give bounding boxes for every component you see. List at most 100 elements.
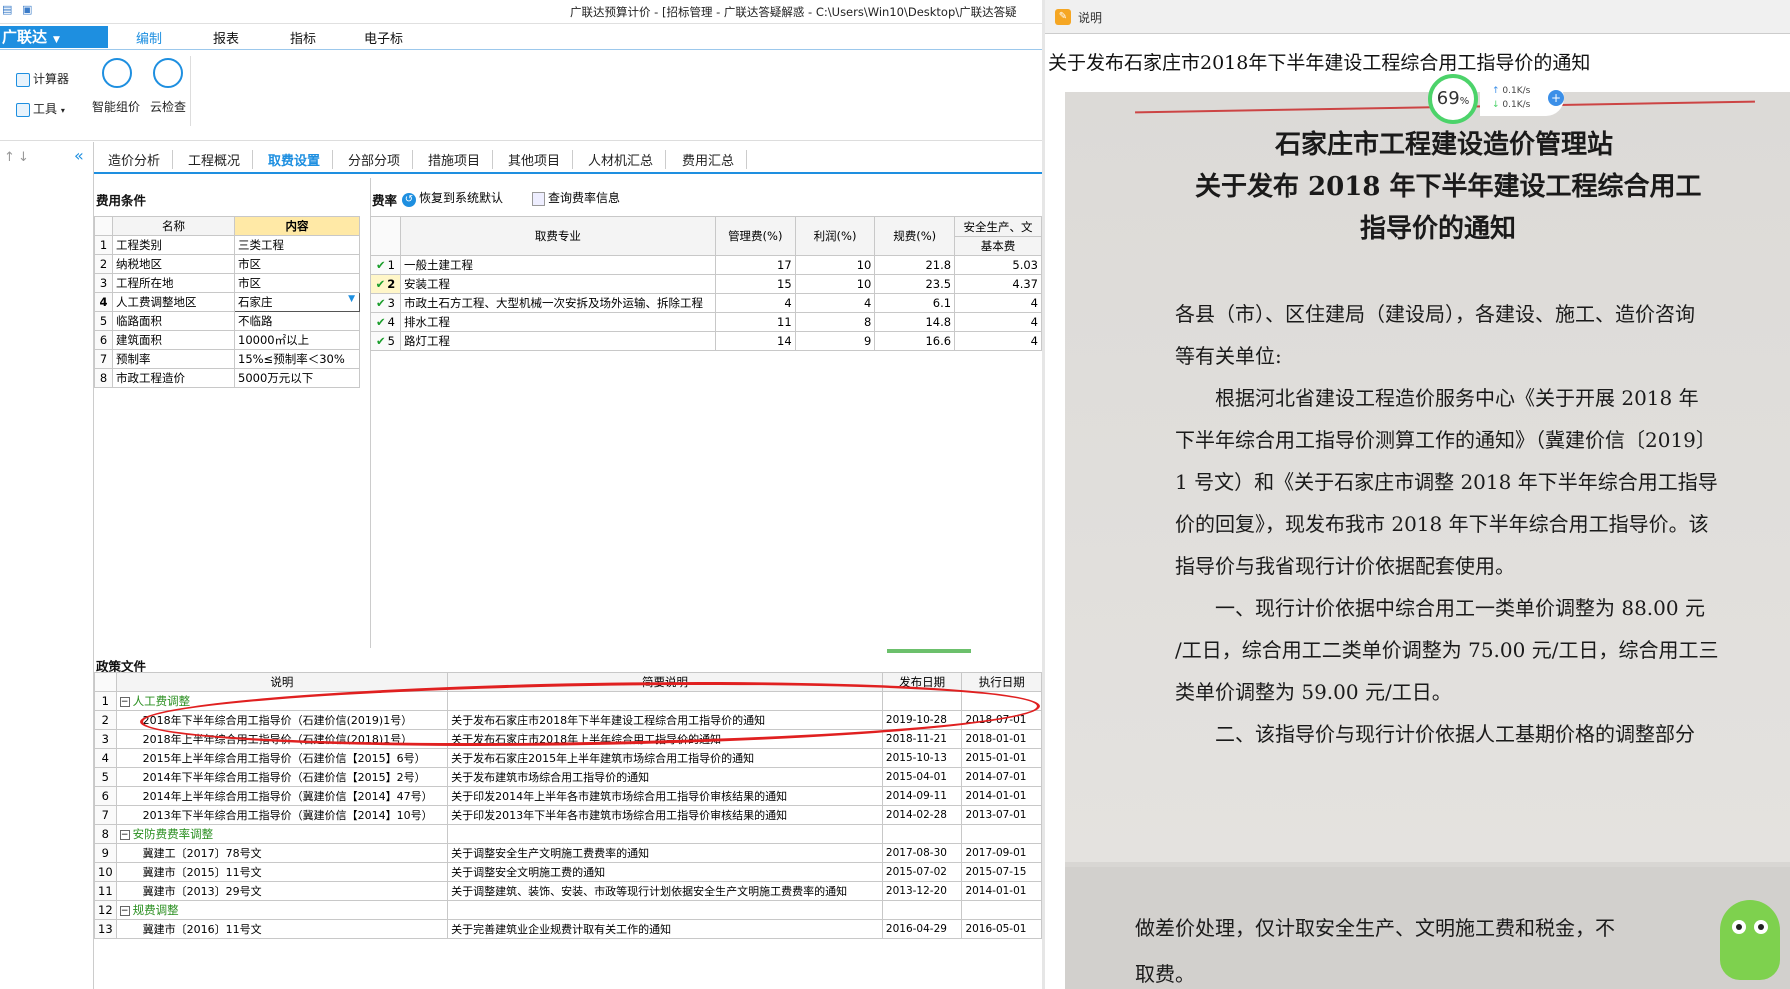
memory-usage-gauge[interactable]: 69% xyxy=(1428,74,1478,124)
regulation-rate[interactable]: 6.1 xyxy=(874,293,956,313)
dropdown-arrow-icon[interactable]: ▼ xyxy=(348,294,355,304)
table-row[interactable]: 2 纳税地区 市区 xyxy=(94,254,360,274)
collapse-icon[interactable]: − xyxy=(119,696,130,707)
table-row[interactable]: ✔ 3 市政土石方工程、大型机械一次安拆及场外运输、拆除工程 4 4 6.1 4 xyxy=(370,293,1042,313)
profit-rate[interactable]: 9 xyxy=(794,331,876,351)
condition-value[interactable]: 5000万元以下 xyxy=(234,368,360,388)
table-row[interactable]: 5 临路面积 不临路 xyxy=(94,311,360,331)
table-row[interactable]: 9 冀建工〔2017〕78号文 关于调整安全生产文明施工费费率的通知 2017-08-… xyxy=(94,843,1042,863)
safety-rate[interactable]: 4 xyxy=(954,331,1042,351)
smart-pricing-button[interactable]: 智能组价 xyxy=(92,98,140,115)
window-title: 广联达预算计价 - [招标管理 - 广联达答疑解惑 - C:\Users\Win… xyxy=(570,5,1017,19)
tab-other-items[interactable]: 其他项目 xyxy=(508,150,574,169)
condition-value[interactable]: 市区 xyxy=(234,273,360,293)
tab-divisions[interactable]: 分部分项 xyxy=(348,150,414,169)
group-label[interactable]: − 安防费费率调整 xyxy=(115,824,449,844)
regulation-rate[interactable]: 21.8 xyxy=(874,255,956,275)
condition-value[interactable]: 10000㎡以上 xyxy=(234,330,360,350)
safety-rate[interactable]: 5.03 xyxy=(954,255,1042,275)
condition-name: 建筑面积 xyxy=(112,330,235,350)
publish-date: 2014-09-11 xyxy=(881,786,963,806)
condition-value[interactable]: 15%≤预制率＜30% xyxy=(234,349,360,369)
mgmt-rate[interactable]: 15 xyxy=(714,274,796,294)
group-row[interactable]: 12− 规费调整 xyxy=(94,900,1042,920)
mgmt-rate[interactable]: 11 xyxy=(714,312,796,332)
table-row[interactable]: 13 冀建市〔2016〕11号文 关于完善建筑业企业规费计取有关工作的通知 2016-… xyxy=(94,919,1042,939)
quick-save-icon[interactable]: ▣ xyxy=(22,3,32,16)
tools-button[interactable]: 工具 ▾ xyxy=(16,100,65,117)
condition-value[interactable]: 石家庄 ▼ xyxy=(234,292,360,312)
table-row[interactable]: ✔ 4 排水工程 11 8 14.8 4 xyxy=(370,312,1042,332)
tab-labor-material-summary[interactable]: 人材机汇总 xyxy=(588,150,667,169)
brand-menu-button[interactable]: 广联达 ▼ xyxy=(0,26,108,48)
table-row[interactable]: 11 冀建市〔2013〕29号文 关于调整建筑、装饰、安装、市政等现行计划依据安全生… xyxy=(94,881,1042,901)
table-row[interactable]: 4 2015年上半年综合用工指导价（石建价信【2015】6号） 关于发布石家庄201… xyxy=(94,748,1042,768)
table-row[interactable]: 3 工程所在地 市区 xyxy=(94,273,360,293)
mascot-assistant-icon[interactable] xyxy=(1720,900,1780,980)
tab-project-overview[interactable]: 工程概况 xyxy=(188,150,254,169)
group-row[interactable]: 8− 安防费费率调整 xyxy=(94,824,1042,844)
arrow-up-icon[interactable]: ↑ xyxy=(4,150,15,165)
query-rate-button[interactable]: 查询费率信息 xyxy=(532,189,620,206)
collapse-sidebar-icon[interactable]: « xyxy=(74,146,84,165)
mgmt-rate[interactable]: 17 xyxy=(714,255,796,275)
regulation-rate[interactable]: 16.6 xyxy=(874,331,956,351)
cloud-check-button[interactable]: 云检查 xyxy=(150,98,186,115)
row-number: ✔ 3 xyxy=(370,293,401,313)
profit-rate[interactable]: 10 xyxy=(794,255,876,275)
doc-line: 指导价与我省现行计价依据配套使用。 xyxy=(1175,554,1515,578)
menu-tab-edit[interactable]: 编制 xyxy=(136,28,163,51)
column-header-mgmt: 管理费(%) xyxy=(714,216,796,256)
cloud-check-icon[interactable] xyxy=(153,58,183,88)
restore-default-button[interactable]: ↺ 恢复到系统默认 xyxy=(402,189,503,207)
tab-measures[interactable]: 措施项目 xyxy=(428,150,494,169)
table-row[interactable]: 7 预制率 15%≤预制率＜30% xyxy=(94,349,360,369)
row-number: 3 xyxy=(94,729,117,749)
condition-value[interactable]: 三类工程 xyxy=(234,235,360,255)
tab-fee-settings[interactable]: 取费设置 xyxy=(268,150,334,169)
profit-rate[interactable]: 4 xyxy=(794,293,876,313)
profit-rate[interactable]: 10 xyxy=(794,274,876,294)
safety-rate[interactable]: 4 xyxy=(954,312,1042,332)
profit-rate[interactable]: 8 xyxy=(794,312,876,332)
table-row[interactable]: 6 建筑面积 10000㎡以上 xyxy=(94,330,360,350)
table-row[interactable]: 6 2014年上半年综合用工指导价（冀建价信【2014】47号） 关于印发2014年… xyxy=(94,786,1042,806)
table-row[interactable]: ✔ 2 安装工程 15 10 23.5 4.37 xyxy=(370,274,1042,294)
menu-tab-index[interactable]: 指标 xyxy=(290,28,316,47)
tab-cost-summary[interactable]: 费用汇总 xyxy=(682,150,748,169)
safety-rate[interactable]: 4.37 xyxy=(954,274,1042,294)
safety-rate[interactable]: 4 xyxy=(954,293,1042,313)
arrow-down-icon[interactable]: ↓ xyxy=(18,150,29,165)
table-row[interactable]: 4 人工费调整地区 石家庄 ▼ xyxy=(94,292,360,312)
smart-pricing-icon[interactable] xyxy=(102,58,132,88)
network-speed-widget[interactable]: ↑ 0.1K/s ↓ 0.1K/s 69% + xyxy=(1428,74,1578,124)
table-row[interactable]: 1 工程类别 三类工程 xyxy=(94,235,360,255)
accelerate-plus-icon[interactable]: + xyxy=(1548,90,1564,106)
table-row[interactable]: 10 冀建市〔2015〕11号文 关于调整安全文明施工费的通知 2015-07-02 2… xyxy=(94,862,1042,882)
table-row[interactable]: ✔ 5 路灯工程 14 9 16.6 4 xyxy=(370,331,1042,351)
collapse-icon[interactable]: − xyxy=(119,905,130,916)
table-row[interactable]: 7 2013年下半年综合用工指导价（冀建价信【2014】10号） 关于印发2013年… xyxy=(94,805,1042,825)
table-row[interactable]: ✔ 1 一般土建工程 17 10 21.8 5.03 xyxy=(370,255,1042,275)
quick-access-icon[interactable]: ▤ xyxy=(2,3,12,16)
menu-tab-ebid[interactable]: 电子标 xyxy=(364,28,403,47)
policy-brief: 关于发布石家庄2015年上半年建筑市场综合用工指导价的通知 xyxy=(447,748,883,768)
splitter-handle[interactable] xyxy=(887,649,971,653)
menu-tab-report[interactable]: 报表 xyxy=(213,28,239,47)
publish-date: 2018-11-21 xyxy=(881,729,963,749)
table-row[interactable]: 8 市政工程造价 5000万元以下 xyxy=(94,368,360,388)
table-row[interactable]: 5 2014年下半年综合用工指导价（石建价信【2015】2号） 关于发布建筑市场综合… xyxy=(94,767,1042,787)
tab-cost-analysis[interactable]: 造价分析 xyxy=(108,150,174,169)
regulation-rate[interactable]: 23.5 xyxy=(874,274,956,294)
row-number: 9 xyxy=(94,843,117,863)
policy-desc: 冀建工〔2017〕78号文 xyxy=(115,843,449,863)
collapse-icon[interactable]: − xyxy=(119,829,130,840)
condition-value[interactable]: 不临路 xyxy=(234,311,360,331)
group-label[interactable]: − 规费调整 xyxy=(115,900,449,920)
condition-value[interactable]: 市区 xyxy=(234,254,360,274)
mgmt-rate[interactable]: 4 xyxy=(714,293,796,313)
policy-desc: 2013年下半年综合用工指导价（冀建价信【2014】10号） xyxy=(115,805,449,825)
regulation-rate[interactable]: 14.8 xyxy=(874,312,956,332)
mgmt-rate[interactable]: 14 xyxy=(714,331,796,351)
calculator-button[interactable]: 计算器 xyxy=(16,70,69,87)
